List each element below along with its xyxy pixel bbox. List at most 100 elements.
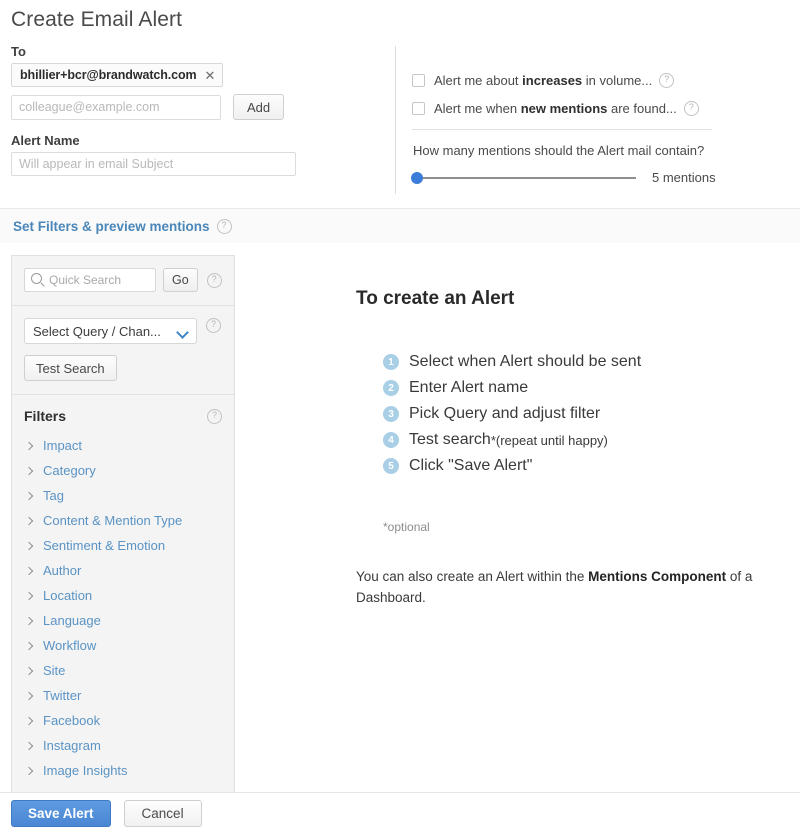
query-select-block: Select Query / Chan... Test Search [12,306,234,395]
cancel-button[interactable]: Cancel [123,800,202,827]
step-number-badge: 4 [383,432,399,448]
filter-item-label: Author [43,563,82,578]
save-alert-button[interactable]: Save Alert [11,800,111,827]
filter-item[interactable]: Sentiment & Emotion [24,533,222,558]
alert-increases-row[interactable]: Alert me about increases in volume... [412,73,782,88]
chevron-right-icon [24,691,34,700]
instruction-step: 1 Select when Alert should be sent [383,353,641,371]
chevron-right-icon [24,566,34,575]
filter-item-label: Workflow [43,638,97,653]
filter-item[interactable]: Category [24,458,222,483]
mentions-count-slider[interactable] [411,171,636,184]
recipient-chip-label: bhillier+bcr@brandwatch.com [20,68,197,82]
checkbox-alert-increases[interactable] [412,74,425,87]
checkbox-alert-new-mentions[interactable] [412,102,425,115]
filter-item[interactable]: Workflow [24,633,222,658]
chevron-right-icon [24,591,34,600]
instruction-step: 3 Pick Query and adjust filter [383,405,641,423]
filter-item-label: Language [43,613,101,628]
filter-item-label: Content & Mention Type [43,513,183,528]
filter-item-label: Category [43,463,96,478]
filter-item[interactable]: Image Insights [24,758,222,783]
filters-preview-area: Go Select Query / Chan... Test Search Fi… [0,243,800,792]
test-search-button[interactable]: Test Search [24,355,117,381]
mentions-count-slider-row: 5 mentions [411,170,782,185]
filter-item-label: Sentiment & Emotion [43,538,166,553]
filter-item[interactable]: Impact [24,433,222,458]
search-icon [31,273,42,284]
chevron-right-icon [24,641,34,650]
new-recipient-input[interactable] [11,94,221,120]
step-text: Select when Alert should be sent [409,353,642,370]
alert-new-mentions-row[interactable]: Alert me when new mentions are found... [412,101,782,116]
filter-item[interactable]: Twitter [24,683,222,708]
instruction-step: 2 Enter Alert name [383,379,641,397]
set-filters-label: Set Filters & preview mentions [13,218,210,234]
form-left-column: To bhillier+bcr@brandwatch.com ✕ Add Ale… [11,44,381,176]
filter-item[interactable]: Tag [24,483,222,508]
help-icon[interactable] [207,408,222,424]
filter-list: Impact Category Tag Content & Mention Type S… [24,433,222,783]
filter-item-label: Impact [43,438,83,453]
add-recipient-button[interactable]: Add [233,94,285,120]
to-label: To [11,44,26,59]
step-number-badge: 5 [383,458,399,474]
query-channel-select[interactable]: Select Query / Chan... [24,318,197,344]
filters-title: Filters [24,408,67,424]
filter-item-label: Tag [43,488,64,503]
chevron-right-icon [24,541,34,550]
filter-item[interactable]: Author [24,558,222,583]
filters-header: Filters [24,408,222,424]
search-input-wrap [24,268,156,292]
filter-item[interactable]: Site [24,658,222,683]
chevron-right-icon [24,741,34,750]
step-subtext: (repeat until happy) [495,432,608,448]
help-icon[interactable] [683,101,699,116]
options-divider [412,129,712,130]
help-icon[interactable] [216,218,232,234]
step-number-badge: 2 [383,380,399,396]
chevron-down-icon [176,326,189,339]
slider-thumb[interactable] [411,171,423,184]
alert-name-input[interactable] [11,152,296,176]
chevron-right-icon [24,516,34,525]
filter-item[interactable]: Location [24,583,222,608]
chevron-right-icon [24,441,34,450]
filter-item-label: Image Insights [43,763,128,778]
filter-item[interactable]: Content & Mention Type [24,508,222,533]
filter-item-label: Site [43,663,66,678]
go-button[interactable]: Go [163,268,198,292]
recipient-chip[interactable]: bhillier+bcr@brandwatch.com ✕ [11,63,224,87]
filter-item[interactable]: Facebook [24,708,222,733]
help-icon[interactable] [206,318,221,333]
instruction-step: 4 Test search * (repeat until happy) [383,431,641,449]
page-title: Create Email Alert [11,8,183,31]
chevron-right-icon [24,491,34,500]
closing-text: You can also create an Alert within the … [356,569,753,605]
step-text: Pick Query and adjust filter [409,405,601,422]
instruction-steps: 1 Select when Alert should be sent 2 Enter … [383,353,641,483]
chevron-right-icon [24,466,34,475]
add-recipient-row: Add [11,94,381,120]
filter-item-label: Location [43,588,93,603]
alert-name-label: Alert Name [11,133,80,148]
search-input[interactable] [24,268,156,292]
alert-increases-label: Alert me about increases in volume... [434,73,653,88]
instruction-step: 5 Click "Save Alert" [383,457,641,475]
filter-item-label: Instagram [43,738,101,753]
query-channel-selected: Select Query / Chan... [33,323,161,339]
mentions-count-question: How many mentions should the Alert mail … [413,143,705,158]
alert-form-area: To bhillier+bcr@brandwatch.com ✕ Add Ale… [0,44,800,204]
quick-search-block: Go [12,256,234,306]
filter-item[interactable]: Language [24,608,222,633]
close-icon[interactable]: ✕ [205,69,216,82]
query-select-row: Select Query / Chan... [24,318,222,344]
filters-block: Filters Impact Category Tag Content & Menti… [12,395,234,783]
create-email-alert-page: Create Email Alert To bhillier+bcr@brand… [0,0,800,834]
instructions-panel: To create an Alert 1 Select when Alert sh… [236,255,789,792]
help-icon[interactable] [659,73,675,88]
set-filters-section-bar[interactable]: Set Filters & preview mentions [0,208,800,244]
step-text: Enter Alert name [409,379,529,396]
filter-item[interactable]: Instagram [24,733,222,758]
help-icon[interactable] [206,272,222,288]
